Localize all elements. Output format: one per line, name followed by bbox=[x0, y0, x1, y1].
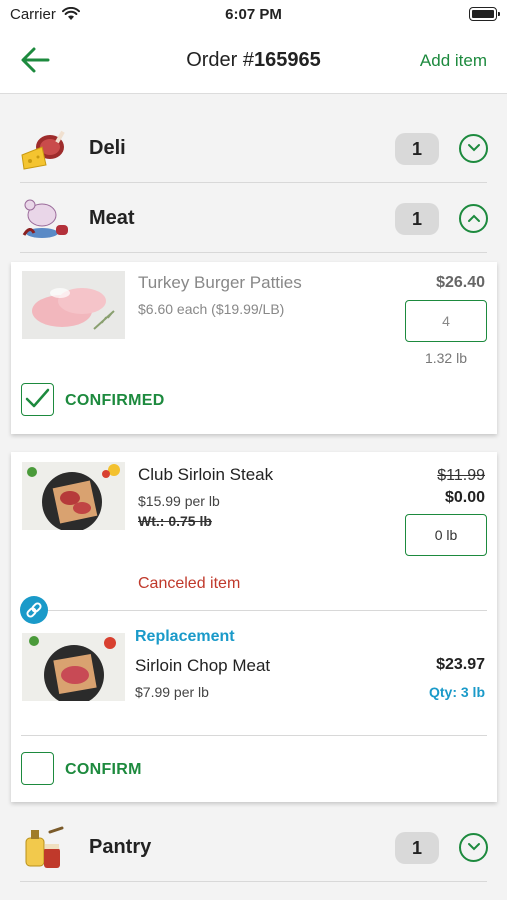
category-name: Pantry bbox=[89, 836, 152, 858]
divider bbox=[35, 610, 487, 611]
category-row-pantry[interactable]: Pantry 1 bbox=[20, 812, 488, 882]
confirm-label[interactable]: CONFIRM bbox=[65, 761, 142, 779]
replacement-price: $23.97 bbox=[436, 656, 485, 673]
confirm-checkbox[interactable] bbox=[21, 752, 54, 785]
item-price: $0.00 bbox=[444, 489, 485, 506]
chevron-down-icon bbox=[468, 843, 480, 851]
order-item-card: Club Sirloin Steak $15.99 per lb Wt.: 0.… bbox=[11, 452, 497, 802]
order-item-card: Turkey Burger Patties $6.60 each ($19.99… bbox=[11, 262, 497, 434]
meat-icon bbox=[22, 199, 68, 238]
link-icon bbox=[26, 602, 42, 618]
sirloin-steak-image bbox=[22, 462, 125, 530]
item-unit-price: $15.99 per lb bbox=[138, 493, 220, 509]
replacement-qty: Qty: 3 lb bbox=[428, 684, 485, 700]
pantry-icon bbox=[25, 826, 64, 868]
confirmed-checkbox[interactable] bbox=[21, 383, 54, 416]
item-weight: 1.32 lb bbox=[424, 350, 467, 366]
status-bar: Carrier 6:07 PM bbox=[0, 0, 507, 30]
nav-bar: Order #165965 Add item bbox=[0, 30, 507, 94]
deli-icon bbox=[21, 130, 65, 170]
battery-icon bbox=[469, 7, 500, 21]
clock-time: 6:07 PM bbox=[225, 6, 282, 23]
checkmark-icon bbox=[25, 388, 50, 408]
expand-toggle-button[interactable] bbox=[459, 134, 488, 163]
item-name: Turkey Burger Patties bbox=[138, 273, 302, 292]
item-weight-struck: Wt.: 0.75 lb bbox=[138, 513, 212, 529]
replacement-unit-price: $7.99 per lb bbox=[135, 684, 209, 700]
turkey-patties-image bbox=[22, 271, 125, 339]
chevron-down-icon bbox=[468, 144, 480, 152]
item-unit-price: $6.60 each ($19.99/LB) bbox=[138, 301, 285, 317]
category-count-badge: 1 bbox=[395, 832, 439, 864]
confirmed-label[interactable]: CONFIRMED bbox=[65, 392, 165, 410]
canceled-item-label: Canceled item bbox=[138, 575, 241, 592]
order-number: 165965 bbox=[254, 49, 321, 71]
collapse-toggle-button[interactable] bbox=[459, 204, 488, 233]
category-name: Deli bbox=[89, 137, 126, 159]
quantity-input[interactable]: 0 lb bbox=[405, 514, 487, 556]
item-thumbnail bbox=[22, 462, 125, 530]
replacement-link-badge bbox=[20, 596, 48, 624]
expand-toggle-button[interactable] bbox=[459, 833, 488, 862]
add-item-button[interactable]: Add item bbox=[420, 51, 487, 71]
chop-meat-image bbox=[22, 633, 125, 701]
divider bbox=[21, 735, 487, 736]
quantity-input[interactable]: 4 bbox=[405, 300, 487, 342]
chevron-up-icon bbox=[468, 214, 480, 222]
order-prefix: Order # bbox=[186, 49, 255, 71]
item-name: Club Sirloin Steak bbox=[138, 465, 274, 484]
replacement-name: Sirloin Chop Meat bbox=[135, 656, 271, 675]
category-count-badge: 1 bbox=[395, 133, 439, 165]
replacement-label: Replacement bbox=[135, 628, 235, 645]
item-price: $26.40 bbox=[436, 274, 485, 291]
category-row-meat[interactable]: Meat 1 bbox=[20, 183, 488, 253]
category-count-badge: 1 bbox=[395, 203, 439, 235]
old-price: $11.99 bbox=[437, 467, 485, 484]
category-row-deli[interactable]: Deli 1 bbox=[20, 113, 488, 183]
replacement-thumbnail bbox=[22, 633, 125, 701]
item-thumbnail bbox=[22, 271, 125, 339]
category-name: Meat bbox=[89, 207, 135, 229]
